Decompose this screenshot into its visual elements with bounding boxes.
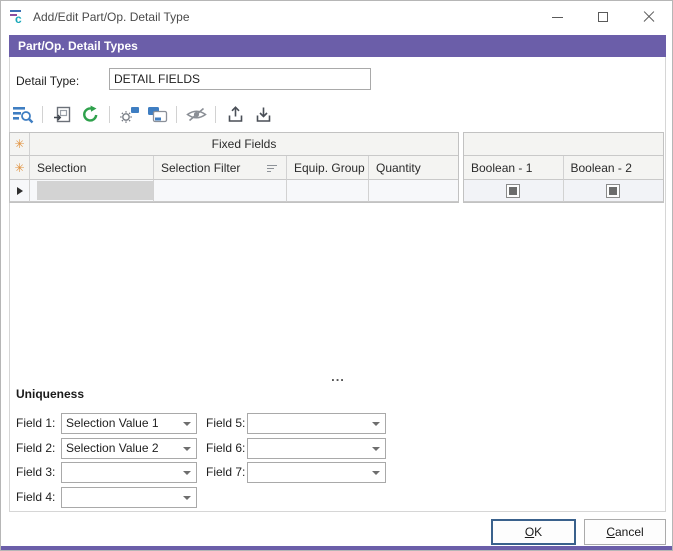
indeterminate-mark — [609, 187, 617, 195]
close-icon — [643, 11, 655, 23]
import-icon[interactable] — [250, 102, 276, 126]
cell-equip-group[interactable] — [287, 180, 369, 202]
app-logo-icon: c — [9, 8, 27, 26]
indeterminate-mark — [509, 187, 517, 195]
toolbar-separator — [176, 106, 177, 123]
column-header-selection-filter[interactable]: Selection Filter — [154, 156, 287, 180]
field-1-select[interactable]: Selection Value 1 — [61, 413, 197, 434]
field-5-select[interactable] — [247, 413, 386, 434]
add-edit-detail-type-dialog: c Add/Edit Part/Op. Detail Type Part/Op.… — [0, 0, 673, 551]
chevron-down-icon — [178, 447, 196, 451]
cell-boolean-2 — [564, 180, 664, 202]
field-4-label: Field 4: — [16, 487, 55, 508]
group-header-fixed-fields: Fixed Fields — [30, 133, 458, 156]
field-7-label: Field 7: — [206, 462, 245, 483]
layout-windows-icon[interactable] — [144, 102, 170, 126]
filter-icon[interactable] — [267, 165, 277, 174]
column-chooser-icon[interactable] — [116, 102, 142, 126]
detail-fields-grid-boolean: Boolean - 1 Boolean - 2 — [463, 132, 664, 203]
column-header-boolean-1[interactable]: Boolean - 1 — [464, 156, 564, 180]
field-3-select[interactable] — [61, 462, 197, 483]
splitter-handle[interactable]: ... — [325, 369, 351, 384]
field-1-label: Field 1: — [16, 413, 55, 434]
cell-selection[interactable] — [30, 180, 154, 202]
uniqueness-title: Uniqueness — [16, 387, 84, 401]
export-icon[interactable] — [222, 102, 248, 126]
field-7-select[interactable] — [247, 462, 386, 483]
edit-form-icon[interactable] — [49, 102, 75, 126]
toolbar-separator — [42, 106, 43, 123]
window-title: Add/Edit Part/Op. Detail Type — [33, 1, 190, 33]
chevron-down-icon — [178, 422, 196, 426]
group-header-row: ✳ Fixed Fields — [10, 133, 458, 156]
gutter-cell: ✳ — [10, 156, 30, 180]
boolean-1-checkbox[interactable] — [506, 184, 520, 198]
row-indicator-cell — [10, 180, 30, 202]
field-3-label: Field 3: — [16, 462, 55, 483]
new-row-marker-icon: ✳ — [14, 162, 24, 174]
toolbar-separator — [109, 106, 110, 123]
cell-boolean-1 — [464, 180, 564, 202]
cell-selection-filter[interactable] — [154, 180, 287, 202]
column-header-boolean-2[interactable]: Boolean - 2 — [564, 156, 664, 180]
group-header-boolean — [464, 133, 663, 156]
close-button[interactable] — [626, 1, 672, 33]
column-header-selection[interactable]: Selection — [30, 156, 154, 180]
dialog-bottom-accent — [1, 546, 672, 550]
chevron-down-icon — [367, 471, 385, 475]
field-4-select[interactable] — [61, 487, 197, 508]
column-header-row: Boolean - 1 Boolean - 2 — [464, 156, 663, 180]
minimize-icon — [552, 17, 563, 18]
active-cell-highlight — [37, 181, 153, 200]
section-header: Part/Op. Detail Types — [9, 35, 666, 57]
group-header-row — [464, 133, 663, 156]
find-panel-icon[interactable] — [10, 102, 36, 126]
title-bar: c Add/Edit Part/Op. Detail Type — [1, 1, 672, 33]
maximize-button[interactable] — [580, 1, 626, 33]
chevron-down-icon — [178, 471, 196, 475]
field-5-label: Field 5: — [206, 413, 245, 434]
column-header-row: ✳ Selection Selection Filter Equip. Grou… — [10, 156, 458, 180]
detail-type-label: Detail Type: — [16, 71, 79, 91]
chevron-down-icon — [367, 447, 385, 451]
cancel-button[interactable]: Cancel — [584, 519, 666, 545]
detail-type-input[interactable] — [109, 68, 371, 90]
chevron-down-icon — [178, 496, 196, 500]
ok-button[interactable]: OK — [491, 519, 576, 545]
current-row-arrow-icon — [17, 187, 23, 195]
new-row-marker-icon: ✳ — [14, 138, 24, 150]
column-header-equip-group[interactable]: Equip. Group — [287, 156, 369, 180]
gutter-cell: ✳ — [10, 133, 30, 156]
boolean-2-checkbox[interactable] — [606, 184, 620, 198]
field-6-select[interactable] — [247, 438, 386, 459]
field-6-label: Field 6: — [206, 438, 245, 459]
detail-fields-grid-fixed: ✳ Fixed Fields ✳ Selection Selection Fil… — [9, 132, 459, 203]
grid-data-row — [464, 180, 663, 202]
toolbar-separator — [215, 106, 216, 123]
refresh-icon[interactable] — [77, 102, 103, 126]
field-2-label: Field 2: — [16, 438, 55, 459]
minimize-button[interactable] — [534, 1, 580, 33]
maximize-icon — [598, 12, 608, 22]
grid-data-row — [10, 180, 458, 202]
field-2-select[interactable]: Selection Value 2 — [61, 438, 197, 459]
chevron-down-icon — [367, 422, 385, 426]
cell-quantity[interactable] — [369, 180, 458, 202]
grid-toolbar — [9, 101, 277, 127]
column-header-quantity[interactable]: Quantity — [369, 156, 458, 180]
hide-columns-icon[interactable] — [183, 102, 209, 126]
